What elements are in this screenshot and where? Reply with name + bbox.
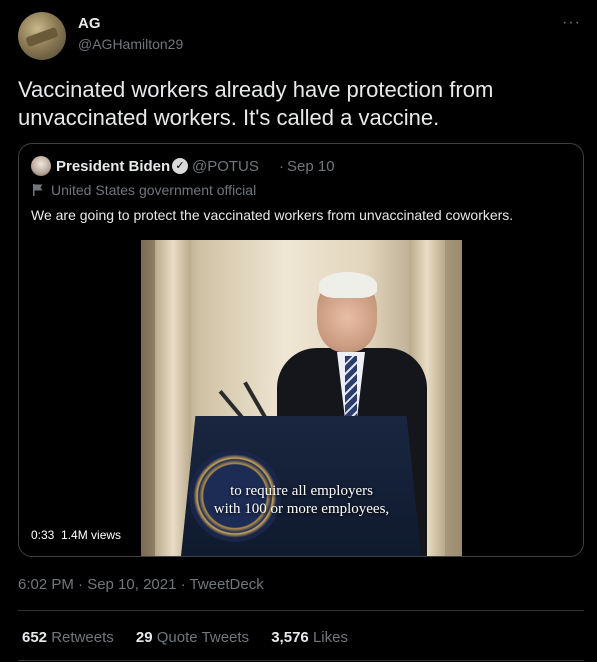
verified-badge-icon: ✓ xyxy=(172,158,188,174)
quoted-tweet[interactable]: President Biden ✓ @POTUS · Sep 10 United… xyxy=(18,143,584,557)
tweet-text: Vaccinated workers already have protecti… xyxy=(18,77,494,130)
tweet-detail: AG @AGHamilton29 ··· Vaccinated workers … xyxy=(0,0,597,662)
government-official-label: United States government official xyxy=(51,182,257,198)
author-handle[interactable]: @AGHamilton29 xyxy=(78,36,183,52)
divider xyxy=(18,660,584,661)
likes-count: 3,576 xyxy=(271,629,309,646)
author-name[interactable]: AG xyxy=(78,15,101,32)
tweet-stats: 652 Retweets 29 Quote Tweets 3,576 Likes xyxy=(22,629,366,646)
tweet-timestamp[interactable]: 6:02 PM · Sep 10, 2021 · TweetDeck xyxy=(18,576,264,593)
caption-line-1: to require all employers xyxy=(230,483,373,499)
separator-dot: · xyxy=(279,158,284,175)
flag-icon xyxy=(33,184,43,196)
quote-tweets-stat[interactable]: 29 Quote Tweets xyxy=(136,629,249,646)
retweets-count: 652 xyxy=(22,629,48,646)
retweets-label: Retweets xyxy=(51,629,114,646)
quoted-author-handle: @POTUS xyxy=(192,158,259,175)
quotes-label: Quote Tweets xyxy=(156,629,250,646)
likes-stat[interactable]: 3,576 Likes xyxy=(271,629,348,646)
quoted-author-avatar[interactable] xyxy=(31,156,51,176)
quotes-count: 29 xyxy=(135,629,153,646)
caption-line-2: with 100 or more employees, xyxy=(213,501,390,517)
video-caption: to require all employers with 100 or mor… xyxy=(141,482,462,518)
likes-label: Likes xyxy=(312,629,348,646)
quoted-date[interactable]: Sep 10 xyxy=(287,158,335,175)
video-views: 1.4M views xyxy=(61,528,122,542)
quoted-author-name[interactable]: President Biden xyxy=(56,158,170,175)
video-meta: 0:33 1.4M views xyxy=(31,528,121,542)
video-player[interactable]: to require all employers with 100 or mor… xyxy=(141,240,462,556)
more-options-icon[interactable]: ··· xyxy=(562,14,581,32)
speaker-hair xyxy=(319,272,377,298)
retweets-stat[interactable]: 652 Retweets xyxy=(22,629,114,646)
divider xyxy=(18,610,584,611)
author-avatar[interactable] xyxy=(18,12,66,60)
speaker-tie xyxy=(345,356,357,426)
quoted-text: We are going to protect the vaccinated w… xyxy=(31,207,514,223)
video-duration: 0:33 xyxy=(31,528,55,542)
